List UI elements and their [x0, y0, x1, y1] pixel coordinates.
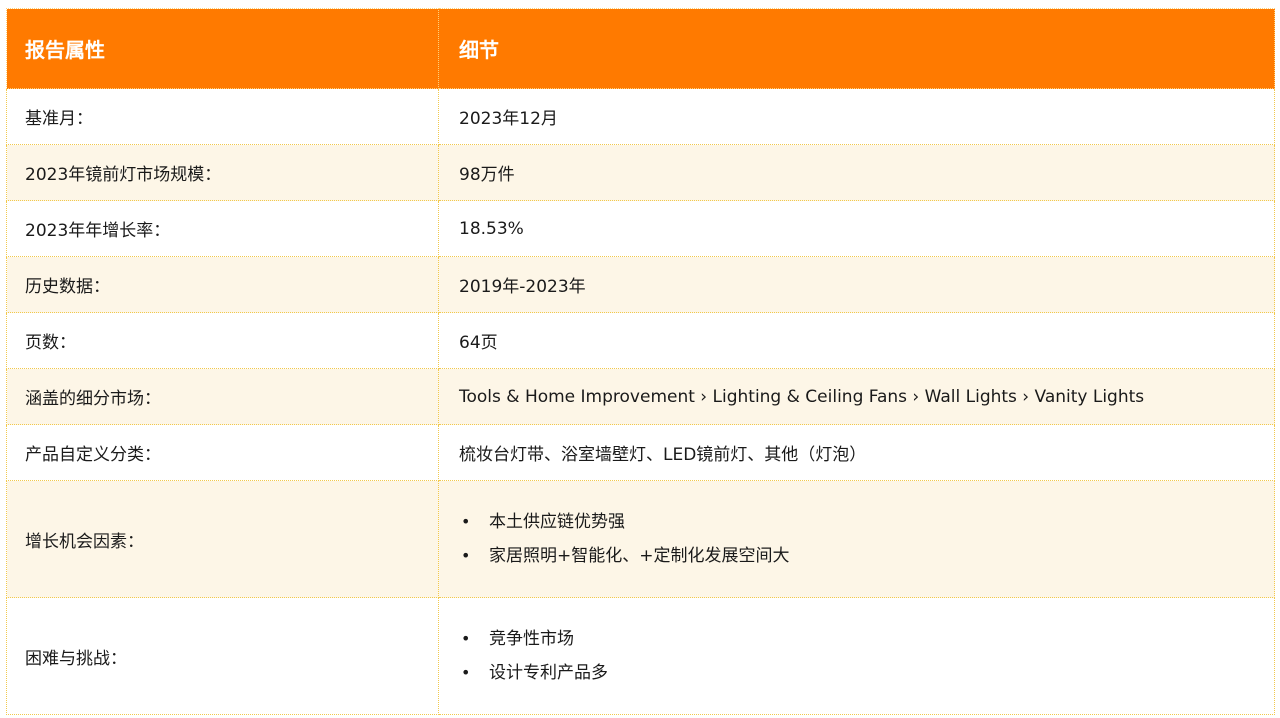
bullet-icon: •	[461, 663, 471, 682]
table-row: 增长机会因素： • 本土供应链优势强 • 家居照明+智能化、+定制化发展空间大	[6, 480, 1275, 598]
row-value-base-month: 2023年12月	[438, 88, 1275, 145]
table-row: 2023年年增长率： 18.53%	[6, 200, 1275, 257]
list-item: • 家居照明+智能化、+定制化发展空间大	[459, 539, 1274, 573]
bullet-icon: •	[461, 629, 471, 648]
row-label-growth-rate: 2023年年增长率：	[6, 200, 439, 257]
header-report-attribute: 报告属性	[6, 8, 439, 89]
row-label-challenges: 困难与挑战：	[6, 597, 439, 715]
row-label-base-month: 基准月：	[6, 88, 439, 145]
list-item-text: 设计专利产品多	[489, 663, 608, 683]
list-item: • 本土供应链优势强	[459, 505, 1274, 539]
row-value-growth-factors: • 本土供应链优势强 • 家居照明+智能化、+定制化发展空间大	[438, 480, 1275, 598]
list-item: • 竞争性市场	[459, 622, 1274, 656]
row-label-growth-factors: 增长机会因素：	[6, 480, 439, 598]
table-row: 历史数据： 2019年-2023年	[6, 256, 1275, 313]
table-header-row: 报告属性 细节	[6, 8, 1275, 89]
row-value-custom-categories: 梳妆台灯带、浴室墙壁灯、LED镜前灯、其他（灯泡）	[438, 424, 1275, 481]
table-row: 页数： 64页	[6, 312, 1275, 369]
row-label-pages: 页数：	[6, 312, 439, 369]
row-value-growth-rate: 18.53%	[438, 200, 1275, 257]
bullet-icon: •	[461, 512, 471, 531]
row-label-custom-categories: 产品自定义分类：	[6, 424, 439, 481]
row-value-challenges: • 竞争性市场 • 设计专利产品多	[438, 597, 1275, 715]
challenges-list: • 竞争性市场 • 设计专利产品多	[459, 622, 1274, 690]
list-item-text: 本土供应链优势强	[489, 512, 625, 532]
table-row: 涵盖的细分市场： Tools & Home Improvement › Ligh…	[6, 368, 1275, 425]
row-value-historical-data: 2019年-2023年	[438, 256, 1275, 313]
bullet-icon: •	[461, 546, 471, 565]
table-row: 困难与挑战： • 竞争性市场 • 设计专利产品多	[6, 597, 1275, 715]
header-details: 细节	[438, 8, 1275, 89]
row-value-pages: 64页	[438, 312, 1275, 369]
table-row: 2023年镜前灯市场规模： 98万件	[6, 144, 1275, 201]
row-value-market-size: 98万件	[438, 144, 1275, 201]
list-item: • 设计专利产品多	[459, 656, 1274, 690]
report-attributes-table-wrapper: 报告属性 细节 基准月： 2023年12月 2023年镜前灯市场规模： 98万件…	[6, 8, 1275, 715]
row-label-historical-data: 历史数据：	[6, 256, 439, 313]
report-attributes-table: 报告属性 细节 基准月： 2023年12月 2023年镜前灯市场规模： 98万件…	[6, 8, 1275, 715]
table-row: 基准月： 2023年12月	[6, 88, 1275, 145]
list-item-text: 家居照明+智能化、+定制化发展空间大	[489, 546, 790, 566]
list-item-text: 竞争性市场	[489, 629, 574, 649]
row-label-segments: 涵盖的细分市场：	[6, 368, 439, 425]
table-row: 产品自定义分类： 梳妆台灯带、浴室墙壁灯、LED镜前灯、其他（灯泡）	[6, 424, 1275, 481]
row-value-segments: Tools & Home Improvement › Lighting & Ce…	[438, 368, 1275, 425]
row-label-market-size: 2023年镜前灯市场规模：	[6, 144, 439, 201]
growth-factors-list: • 本土供应链优势强 • 家居照明+智能化、+定制化发展空间大	[459, 505, 1274, 573]
